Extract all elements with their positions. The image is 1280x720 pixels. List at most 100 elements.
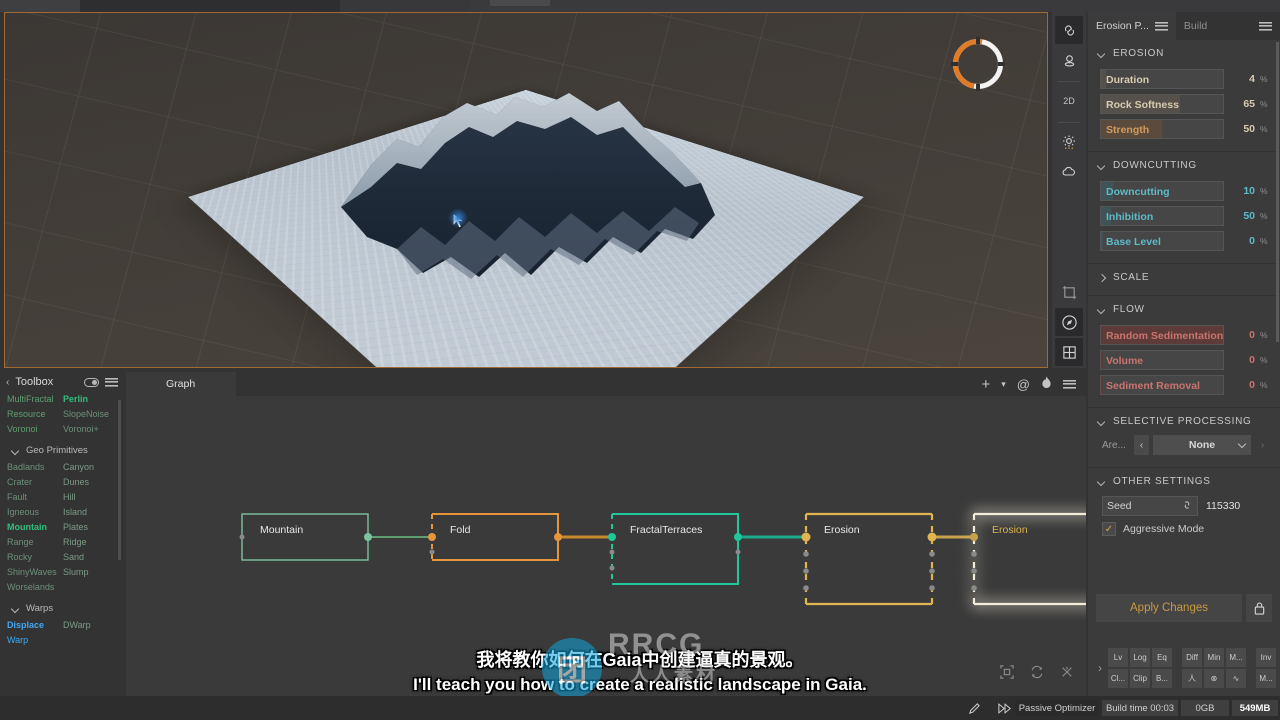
chevron-down-icon[interactable]: ▾	[1001, 379, 1006, 390]
hamburger-icon[interactable]	[1154, 21, 1168, 31]
param-rock-softness-slider[interactable]: Rock Softness	[1100, 94, 1224, 114]
graph-node-erosion-1-label-wrap[interactable]: Erosion	[806, 514, 932, 604]
toolbox-item-perlin[interactable]: Perlin	[60, 392, 116, 407]
refresh-icon[interactable]	[1030, 665, 1044, 684]
toolbox-section-geo-primitives-header[interactable]: Geo Primitives	[4, 437, 120, 460]
pen-icon[interactable]	[963, 700, 985, 716]
param-strength[interactable]: Strength 50 %	[1100, 118, 1272, 140]
tab-erosion-properties[interactable]: Erosion P...	[1088, 12, 1176, 40]
group-downcutting-header[interactable]: DOWNCUTTING	[1088, 158, 1280, 177]
param-downcutting[interactable]: Downcutting 10 %	[1100, 180, 1272, 202]
hamburger-icon[interactable]	[105, 377, 118, 387]
toolbox-item-ridge[interactable]: Ridge	[60, 535, 116, 550]
toolbox-item-warp[interactable]: Warp	[4, 633, 60, 648]
aggressive-mode-checkbox[interactable]: ✓	[1102, 522, 1116, 536]
op-button[interactable]: ⊗	[1204, 669, 1224, 688]
group-selective-processing-header[interactable]: SELECTIVE PROCESSING	[1088, 414, 1280, 433]
toolbox-item-dwarp[interactable]: DWarp	[60, 618, 116, 633]
param-sediment-removal[interactable]: Sediment Removal 0 %	[1100, 374, 1272, 396]
param-rock-softness[interactable]: Rock Softness 65 %	[1100, 93, 1272, 115]
param-base-level[interactable]: Base Level 0 %	[1100, 230, 1272, 252]
param-inhibition-slider[interactable]: Inhibition	[1100, 206, 1224, 226]
param-inhibition[interactable]: Inhibition 50 %	[1100, 205, 1272, 227]
toolbox-item-rocky[interactable]: Rocky	[4, 550, 60, 565]
param-random-sedimentation[interactable]: Random Sedimentation 0 %	[1100, 324, 1272, 346]
back-chevron-icon[interactable]: ‹	[6, 377, 9, 388]
toolbox-item-sand[interactable]: Sand	[60, 550, 116, 565]
toolbox-item-island[interactable]: Island	[60, 505, 116, 520]
3d-viewport[interactable]	[4, 12, 1048, 368]
op-button[interactable]: Min	[1204, 648, 1224, 667]
scatter-icon[interactable]	[1060, 665, 1074, 684]
status-chip-passive-optimizer[interactable]: Passive Optimizer	[1015, 700, 1099, 716]
lock-icon[interactable]	[1246, 594, 1272, 622]
graph-canvas[interactable]: Mountain Fold FractalTerraces Erosion Er…	[126, 396, 1086, 696]
toolbox-item-worselands[interactable]: Worselands	[4, 580, 60, 595]
toolbox-item-voronoi-plus[interactable]: Voronoi+	[60, 422, 116, 437]
param-volume[interactable]: Volume 0 %	[1100, 349, 1272, 371]
sun-icon[interactable]	[1055, 128, 1083, 156]
tab-build[interactable]: Build	[1175, 12, 1280, 40]
group-flow-header[interactable]: FLOW	[1088, 302, 1280, 321]
apply-changes-button[interactable]: Apply Changes	[1096, 594, 1242, 622]
group-erosion-header[interactable]: EROSION	[1088, 46, 1280, 65]
compass-icon[interactable]	[1055, 308, 1083, 336]
add-node-button[interactable]: +	[982, 376, 991, 393]
toolbox-item-displace[interactable]: Displace	[4, 618, 60, 633]
param-base-level-slider[interactable]: Base Level	[1100, 231, 1224, 251]
viewport-orientation-ring[interactable]	[943, 29, 1013, 99]
param-duration[interactable]: Duration 4 %	[1100, 68, 1272, 90]
toolbox-item-plates[interactable]: Plates	[60, 520, 116, 535]
toolbox-item-shinywaves[interactable]: ShinyWaves	[4, 565, 60, 580]
link-icon[interactable]	[1055, 16, 1083, 44]
graph-node-erosion-2-label-wrap[interactable]: Erosion	[974, 514, 1100, 604]
seed-field[interactable]: Seed	[1102, 496, 1198, 516]
tab-graph[interactable]: Graph	[126, 372, 236, 396]
aggressive-mode-row[interactable]: ✓ Aggressive Mode	[1102, 522, 1270, 536]
toolbox-item-canyon[interactable]: Canyon	[60, 460, 116, 475]
op-button[interactable]: Lv	[1108, 648, 1128, 667]
at-icon[interactable]: @	[1017, 377, 1030, 392]
selective-processing-dropdown[interactable]: None	[1153, 435, 1251, 455]
crop-icon[interactable]	[1055, 278, 1083, 306]
param-downcutting-slider[interactable]: Downcutting	[1100, 181, 1224, 201]
toolbox-scrollbar[interactable]	[118, 400, 121, 560]
op-button[interactable]: M...	[1226, 648, 1246, 667]
op-button[interactable]: Cl...	[1108, 669, 1128, 688]
grid-icon[interactable]	[1055, 338, 1083, 366]
param-sediment-removal-slider[interactable]: Sediment Removal	[1100, 375, 1224, 395]
graph-node-fractalterraces-label-wrap[interactable]: FractalTerraces	[612, 514, 738, 584]
properties-scrollbar[interactable]	[1276, 42, 1279, 342]
param-volume-slider[interactable]: Volume	[1100, 350, 1224, 370]
2d-view-button[interactable]: 2D	[1055, 87, 1083, 115]
op-button[interactable]: Eq	[1152, 648, 1172, 667]
group-other-settings-header[interactable]: OTHER SETTINGS	[1088, 474, 1280, 493]
op-button[interactable]: Inv	[1256, 648, 1276, 667]
toggle-icon[interactable]	[84, 377, 99, 387]
fit-frame-icon[interactable]	[1000, 665, 1014, 684]
op-button[interactable]: Log	[1130, 648, 1150, 667]
toolbox-item-badlands[interactable]: Badlands	[4, 460, 60, 475]
op-button[interactable]: B...	[1152, 669, 1172, 688]
param-duration-slider[interactable]: Duration	[1100, 69, 1224, 89]
op-button[interactable]: M...	[1256, 669, 1276, 688]
cloud-icon[interactable]	[1055, 158, 1083, 186]
flame-icon[interactable]	[1041, 376, 1052, 392]
toolbox-section-warps-header[interactable]: Warps	[4, 595, 120, 618]
op-button[interactable]: 人	[1182, 669, 1202, 688]
graph-node-mountain-label-wrap[interactable]: Mountain	[242, 514, 368, 560]
op-button[interactable]: ∿	[1226, 669, 1246, 688]
toolbox-item-slump[interactable]: Slump	[60, 565, 116, 580]
toolbox-item-resource[interactable]: Resource	[4, 407, 60, 422]
selective-prev-button[interactable]: ‹	[1134, 435, 1149, 455]
group-scale-header[interactable]: SCALE	[1088, 270, 1280, 289]
toolbox-item-multifractal[interactable]: MultiFractal	[4, 392, 60, 407]
toolbox-item-range[interactable]: Range	[4, 535, 60, 550]
toolbox-item-fault[interactable]: Fault	[4, 490, 60, 505]
op-button[interactable]: Diff	[1182, 648, 1202, 667]
hamburger-icon[interactable]	[1063, 379, 1076, 389]
pin-icon[interactable]	[1055, 46, 1083, 74]
toolbox-item-hill[interactable]: Hill	[60, 490, 116, 505]
toolbox-item-voronoi[interactable]: Voronoi	[4, 422, 60, 437]
graph-node-fold-label-wrap[interactable]: Fold	[432, 514, 558, 560]
